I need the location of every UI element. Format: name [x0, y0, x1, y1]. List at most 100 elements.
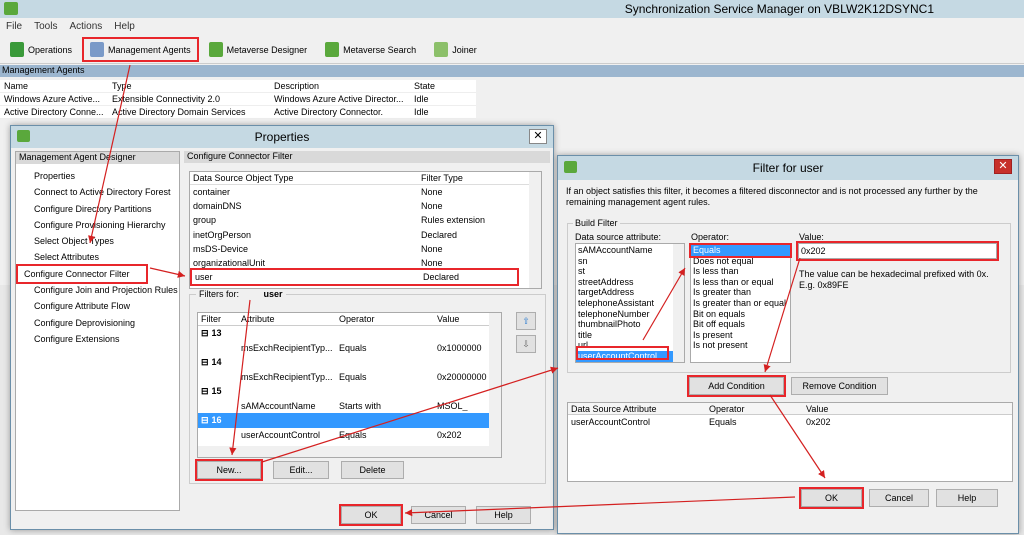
menu-file[interactable]: File — [6, 21, 22, 32]
collapse-icon[interactable]: ⊟ — [198, 415, 209, 426]
filter-condition-row[interactable]: sAMAccountName Starts with MSOL_ — [198, 399, 501, 414]
col[interactable]: Operator — [706, 404, 803, 414]
operator-item[interactable]: Is greater than — [691, 287, 790, 298]
col[interactable]: Operator — [336, 314, 434, 324]
move-up-button[interactable]: ⇧ — [516, 312, 536, 330]
menu-actions[interactable]: Actions — [69, 21, 102, 32]
attribute-item[interactable]: st — [576, 266, 684, 277]
nav-item[interactable]: Configure Connector Filter — [16, 263, 148, 285]
col[interactable]: Attribute — [238, 314, 336, 324]
filter-condition-row[interactable]: msExchRecipientTyp... Equals 0x20000000 — [198, 370, 501, 385]
col[interactable]: Data Source Attribute — [568, 404, 706, 414]
scrollbar[interactable] — [673, 244, 684, 362]
new-button[interactable]: New... — [195, 459, 263, 481]
operator-item[interactable]: Bit on equals — [691, 309, 790, 320]
operator-item[interactable]: Is greater than or equal — [691, 298, 790, 309]
col-name[interactable]: Name — [0, 81, 108, 91]
ok-button[interactable]: OK — [339, 504, 403, 526]
attribute-item[interactable]: targetAddress — [576, 287, 684, 298]
object-type-row[interactable]: inetOrgPerson Declared — [190, 228, 541, 242]
filter-group-row[interactable]: ⊟ 16 — [198, 413, 501, 428]
col-object-type[interactable]: Data Source Object Type — [190, 173, 418, 183]
operator-item[interactable]: Does not equal — [691, 256, 790, 267]
attribute-item[interactable]: url — [576, 340, 684, 351]
metaverse-search-button[interactable]: Metaverse Search — [319, 39, 422, 60]
close-button[interactable]: ✕ — [994, 159, 1012, 174]
value-input[interactable] — [796, 241, 999, 261]
col-description[interactable]: Description — [270, 81, 410, 91]
operator-item[interactable]: Is present — [691, 330, 790, 341]
col[interactable]: Value — [434, 314, 459, 324]
cancel-button[interactable]: Cancel — [869, 489, 929, 507]
collapse-icon[interactable]: ⊟ — [198, 328, 209, 339]
scrollbar[interactable] — [529, 172, 541, 288]
menu-help[interactable]: Help — [114, 21, 135, 32]
attribute-item[interactable]: telephoneAssistant — [576, 298, 684, 309]
nav-item[interactable]: Configure Join and Projection Rules — [16, 282, 179, 298]
attribute-item[interactable]: userAccountControl — [576, 350, 684, 362]
delete-button[interactable]: Delete — [341, 461, 404, 479]
object-type-list[interactable]: Data Source Object Type Filter Type conta… — [189, 171, 542, 289]
cancel-button[interactable]: Cancel — [411, 506, 466, 524]
object-type-row[interactable]: user Declared — [190, 268, 519, 287]
col-state[interactable]: State — [410, 81, 476, 91]
table-row[interactable]: Windows Azure Active... Extensible Connec… — [0, 93, 476, 106]
attribute-item[interactable]: telephoneNumber — [576, 309, 684, 320]
filter-condition-row[interactable]: msExchRecipientTyp... Equals 0x1000000 — [198, 341, 501, 356]
add-condition-button[interactable]: Add Condition — [687, 375, 786, 397]
object-type-row[interactable]: container None — [190, 185, 541, 199]
table-row[interactable]: Active Directory Conne... Active Director… — [0, 106, 476, 119]
attribute-list[interactable]: sAMAccountName sn st streetAddress targetAdd… — [575, 243, 685, 363]
close-button[interactable]: ✕ — [529, 129, 547, 144]
metaverse-designer-button[interactable]: Metaverse Designer — [203, 39, 314, 60]
col-filter-type[interactable]: Filter Type — [418, 173, 463, 183]
nav-item[interactable]: Configure Provisioning Hierarchy — [16, 217, 179, 233]
operator-item[interactable]: Is less than or equal — [691, 277, 790, 288]
edit-button[interactable]: Edit... — [273, 461, 329, 479]
operator-item[interactable]: Equals — [689, 243, 792, 258]
filter-group-row[interactable]: ⊟ 14 — [198, 355, 501, 370]
menu-tools[interactable]: Tools — [34, 21, 57, 32]
col[interactable]: Value — [803, 404, 828, 414]
filter-group-row[interactable]: ⊟ 13 — [198, 326, 501, 341]
object-type-row[interactable]: msDS-Device None — [190, 242, 541, 256]
attribute-item[interactable]: sn — [576, 256, 684, 267]
horizontal-scrollbar[interactable] — [198, 446, 490, 457]
nav-item[interactable]: Configure Directory Partitions — [16, 201, 179, 217]
object-type-row[interactable]: organizationalUnit None — [190, 256, 541, 270]
nav-item[interactable]: Select Attributes — [16, 249, 179, 265]
help-button[interactable]: Help — [936, 489, 998, 507]
operator-item[interactable]: Bit off equals — [691, 319, 790, 330]
attribute-item[interactable]: title — [576, 330, 684, 341]
remove-condition-button[interactable]: Remove Condition — [791, 377, 888, 395]
operator-list[interactable]: Equals Does not equal Is less than Is less … — [689, 243, 792, 363]
nav-item[interactable]: Configure Extensions — [16, 331, 179, 347]
help-button[interactable]: Help — [476, 506, 531, 524]
vertical-scrollbar[interactable] — [489, 313, 501, 457]
metaverse-designer-icon — [208, 42, 223, 57]
nav-item[interactable]: Configure Deprovisioning — [16, 315, 179, 331]
move-down-button[interactable]: ⇩ — [516, 335, 536, 353]
col-type[interactable]: Type — [108, 81, 270, 91]
management-agents-button[interactable]: Management Agents — [82, 37, 199, 62]
nav-item[interactable]: Select Object Types — [16, 233, 179, 249]
nav-item[interactable]: Properties — [16, 168, 179, 184]
filter-group-row[interactable]: ⊟ 15 — [198, 384, 501, 399]
table-row[interactable]: userAccountControl Equals 0x202 — [568, 415, 1012, 429]
attribute-item[interactable]: thumbnailPhoto — [576, 319, 684, 330]
operations-button[interactable]: Operations — [4, 39, 78, 60]
joiner-button[interactable]: Joiner — [428, 39, 483, 60]
filter-condition-row[interactable]: userAccountControl Equals 0x202 — [198, 428, 501, 443]
nav-item[interactable]: Connect to Active Directory Forest — [16, 184, 179, 200]
collapse-icon[interactable]: ⊟ — [198, 357, 209, 368]
object-type-row[interactable]: group Rules extension — [190, 213, 541, 227]
collapse-icon[interactable]: ⊟ — [198, 386, 209, 397]
operator-item[interactable]: Is less than — [691, 266, 790, 277]
operator-item[interactable]: Is not present — [691, 340, 790, 351]
ok-button[interactable]: OK — [799, 487, 864, 509]
object-type-row[interactable]: domainDNS None — [190, 199, 541, 213]
nav-item[interactable]: Configure Attribute Flow — [16, 298, 179, 314]
attribute-item[interactable]: sAMAccountName — [576, 245, 684, 256]
col[interactable]: Filter — [198, 314, 238, 324]
attribute-item[interactable]: streetAddress — [576, 277, 684, 288]
